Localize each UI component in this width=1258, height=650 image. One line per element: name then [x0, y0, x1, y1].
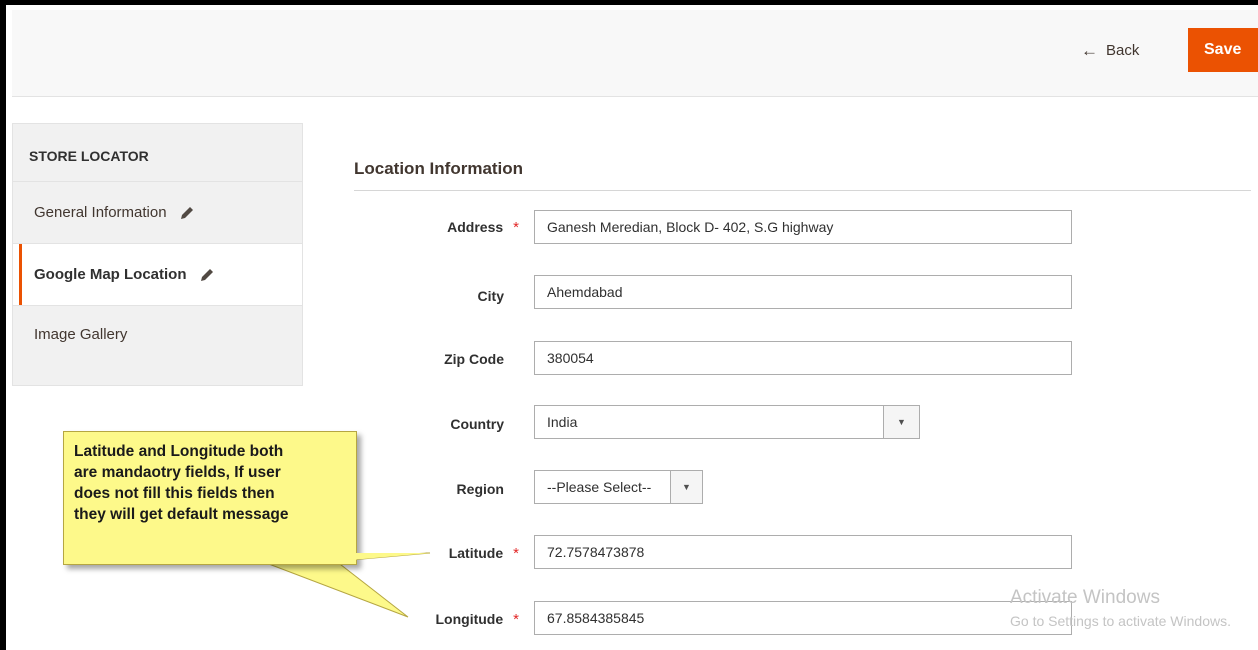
callout-text: Latitude and Longitude both are mandaotr… — [63, 431, 357, 565]
app-window: ← Back Save STORE LOCATOR General Inform… — [0, 0, 1258, 650]
windows-activation-watermark: Activate Windows Go to Settings to activ… — [1010, 587, 1231, 629]
